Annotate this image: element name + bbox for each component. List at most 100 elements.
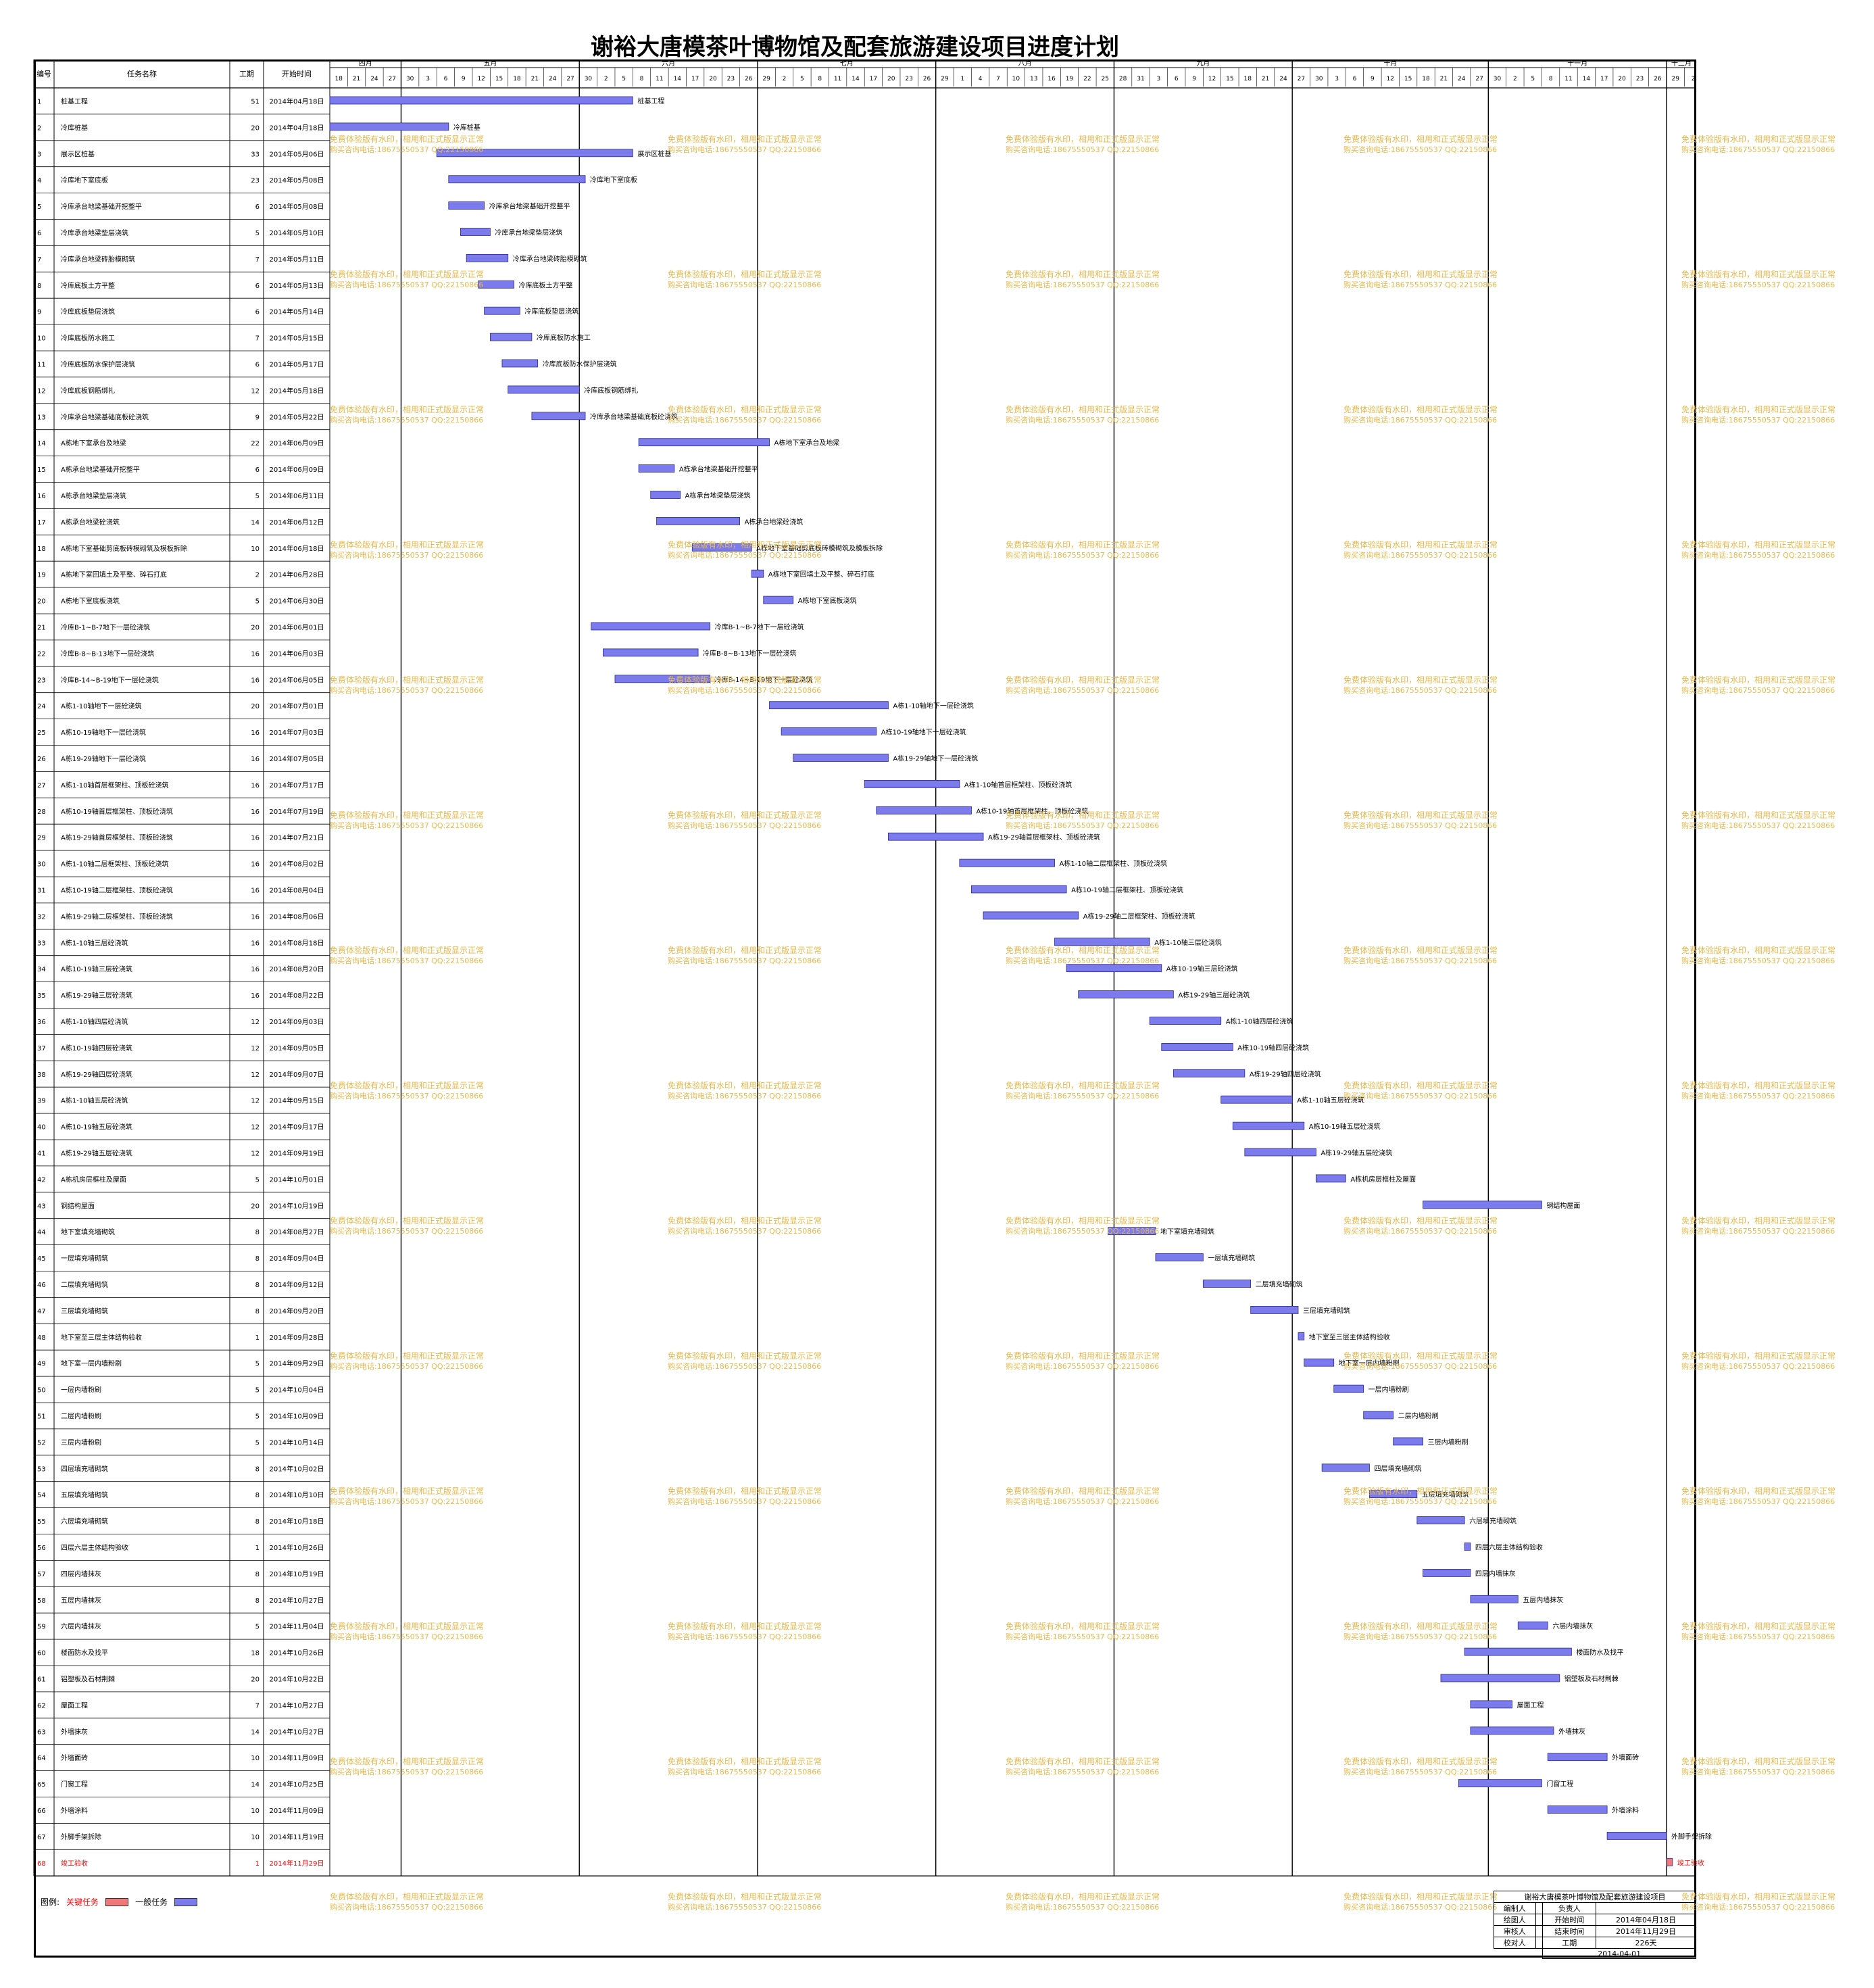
- task-start: 2014年09月12日: [270, 1280, 324, 1289]
- task-bar-label: A栋1-10轴四层砼浇筑: [1226, 1017, 1293, 1026]
- task-name: 地下室填充墙砌筑: [61, 1228, 115, 1236]
- title-block-project: 谢裕大唐模茶叶博物馆及配套旅游建设项目: [1494, 1891, 1696, 1903]
- task-bar-label: A栋19-29轴四层砼浇筑: [1250, 1069, 1321, 1078]
- task-name: 冷库承台地梁基础开挖整平: [61, 202, 142, 211]
- task-name: A栋19-29轴地下一层砼浇筑: [61, 754, 146, 763]
- task-start: 2014年07月17日: [270, 781, 324, 790]
- task-start: 2014年10月10日: [270, 1490, 324, 1499]
- task-bar: [1666, 1858, 1673, 1866]
- watermark-text: 免费体验版有水印，相用和正式版显示正常: [1681, 1486, 1835, 1496]
- task-name: 桩基工程: [61, 97, 88, 105]
- task-start: 2014年06月09日: [270, 465, 324, 474]
- watermark-text: 购买咨询电话:18675550537 QQ:22150866: [1343, 415, 1497, 425]
- task-id: 26: [37, 756, 46, 763]
- day-tick-label: 12: [477, 76, 485, 82]
- watermark-text: 免费体验版有水印，相用和正式版显示正常: [330, 269, 484, 279]
- task-bar-label: A栋1-10轴三层砼浇筑: [1154, 938, 1222, 947]
- day-tick-label: 11: [1564, 76, 1572, 82]
- watermark-text: 免费体验版有水印，相用和正式版显示正常: [668, 1756, 822, 1766]
- task-duration: 20: [251, 1676, 260, 1683]
- task-duration: 16: [251, 677, 260, 684]
- task-bar-label: 冷库承台地梁砖胎模砌筑: [513, 254, 587, 263]
- task-id: 53: [37, 1465, 46, 1473]
- watermark-text: 免费体验版有水印，相用和正式版显示正常: [1681, 945, 1835, 955]
- task-duration: 12: [251, 1098, 260, 1105]
- task-id: 8: [37, 283, 41, 290]
- task-start: 2014年09月05日: [270, 1044, 324, 1052]
- task-bar: [1244, 1148, 1316, 1157]
- task-id: 4: [37, 177, 41, 185]
- task-id: 20: [37, 598, 46, 606]
- legend-normal-label: 一般任务: [135, 1897, 168, 1907]
- day-tick-label: 15: [1226, 76, 1233, 82]
- task-bar: [1464, 1647, 1572, 1656]
- task-duration: 12: [251, 387, 260, 395]
- task-id: 21: [37, 624, 46, 631]
- watermark-text: 购买咨询电话:18675550537 QQ:22150866: [330, 1767, 483, 1776]
- task-start: 2014年11月04日: [270, 1622, 324, 1631]
- task-bar-label: 五层内墙抹灰: [1523, 1595, 1563, 1604]
- task-duration: 5: [255, 1176, 260, 1184]
- legend-critical-swatch: [105, 1897, 129, 1906]
- task-start: 2014年07月19日: [270, 807, 324, 816]
- task-id: 63: [37, 1728, 46, 1736]
- task-start: 2014年05月13日: [270, 281, 324, 290]
- task-name: 楼面防水及找平: [61, 1649, 108, 1657]
- watermark-text: 购买咨询电话:18675550537 QQ:22150866: [1006, 1226, 1159, 1236]
- day-tick-label: 19: [1066, 76, 1074, 82]
- watermark-text: 购买咨询电话:18675550537 QQ:22150866: [330, 1361, 483, 1371]
- month-label: 十一月: [1567, 59, 1587, 68]
- day-tick-label: 8: [818, 76, 822, 82]
- title-block-date: 2014-04-01: [1542, 1948, 1696, 1959]
- watermark-text: 购买咨询电话:18675550537 QQ:22150866: [1681, 550, 1835, 560]
- task-bar: [1315, 1174, 1346, 1183]
- task-bar: [484, 306, 520, 315]
- task-bar: [1423, 1568, 1471, 1577]
- task-bar-label: A栋地下室底板浇筑: [798, 596, 857, 605]
- watermark-text: 购买咨询电话:18675550537 QQ:22150866: [1681, 821, 1835, 830]
- task-name: 六层内墙抹灰: [61, 1622, 101, 1631]
- watermark-text: 免费体验版有水印，相用和正式版显示正常: [1343, 1891, 1498, 1901]
- day-tick-label: 29: [941, 76, 949, 82]
- watermark-text: 免费体验版有水印，相用和正式版显示正常: [1343, 269, 1498, 279]
- task-start: 2014年08月02日: [270, 860, 324, 869]
- task-name: 四层内墙抹灰: [61, 1570, 101, 1578]
- task-bar: [1393, 1437, 1424, 1446]
- day-tick-label: 23: [727, 76, 735, 82]
- task-bar-label: 一层内墙粉刷: [1368, 1385, 1409, 1394]
- task-id: 47: [37, 1308, 46, 1315]
- task-id: 12: [37, 387, 46, 395]
- task-duration: 10: [251, 1808, 260, 1815]
- watermark-text: 购买咨询电话:18675550537 QQ:22150866: [1681, 1226, 1835, 1236]
- task-name: 冷库底板土方平整: [61, 281, 115, 290]
- task-name: A栋1-10轴地下一层砼浇筑: [61, 702, 142, 710]
- task-duration: 9: [255, 414, 260, 421]
- day-tick-label: 15: [495, 76, 503, 82]
- task-id: 50: [37, 1387, 46, 1395]
- watermark-text: 免费体验版有水印，相用和正式版显示正常: [1343, 945, 1498, 955]
- task-duration: 22: [251, 440, 260, 447]
- month-label: 十二月: [1671, 59, 1692, 68]
- watermark-text: 免费体验版有水印，相用和正式版显示正常: [1681, 269, 1835, 279]
- task-start: 2014年06月30日: [270, 597, 324, 606]
- task-duration: 14: [251, 1728, 260, 1736]
- watermark-text: 购买咨询电话:18675550537 QQ:22150866: [1343, 1497, 1497, 1506]
- task-name: 门窗工程: [61, 1780, 88, 1789]
- task-name: 一层内墙粉刷: [61, 1386, 101, 1395]
- task-start: 2014年10月01日: [270, 1175, 324, 1184]
- watermark-text: 免费体验版有水印，相用和正式版显示正常: [1006, 945, 1160, 955]
- task-start: 2014年06月03日: [270, 649, 324, 658]
- task-duration: 10: [251, 1834, 260, 1841]
- watermark-text: 购买咨询电话:18675550537 QQ:22150866: [1006, 1497, 1159, 1506]
- task-id: 48: [37, 1334, 46, 1342]
- task-duration: 5: [255, 1387, 260, 1395]
- task-bar-label: 四层内墙抹灰: [1475, 1569, 1516, 1578]
- watermark-text: 免费体验版有水印，相用和正式版显示正常: [1681, 1891, 1835, 1901]
- task-bar: [1440, 1674, 1560, 1682]
- task-bar-label: A栋19-29轴二层框架柱、顶板砼浇筑: [1083, 912, 1195, 921]
- day-tick-label: 13: [1030, 76, 1037, 82]
- watermark-text: 购买咨询电话:18675550537 QQ:22150866: [668, 821, 821, 830]
- task-bar-label: 二层填充墙砌筑: [1256, 1280, 1303, 1289]
- task-duration: 20: [251, 703, 260, 710]
- watermark-text: 购买咨询电话:18675550537 QQ:22150866: [1006, 1767, 1159, 1776]
